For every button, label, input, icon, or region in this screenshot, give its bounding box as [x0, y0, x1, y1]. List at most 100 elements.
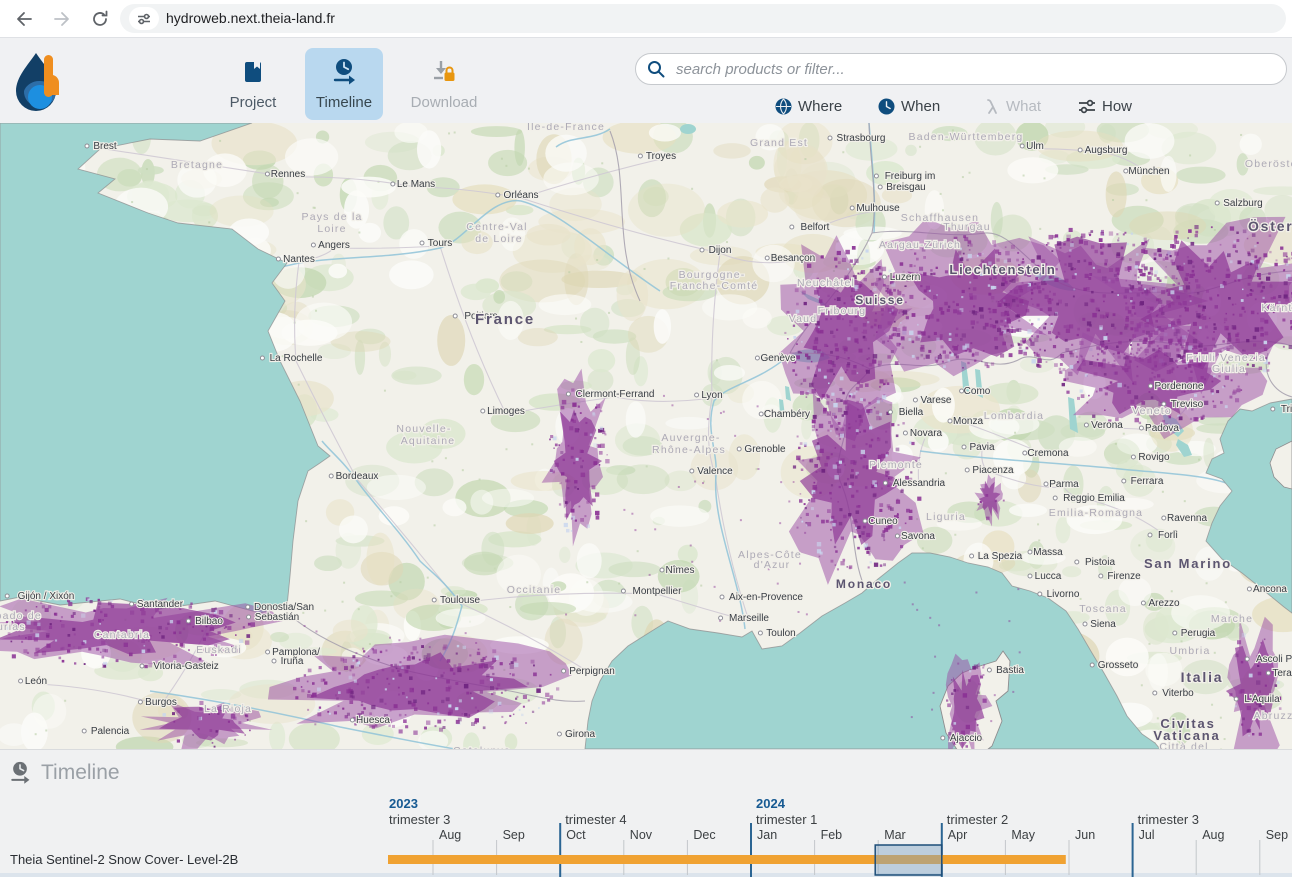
timeline-trimester-label: trimester 4	[565, 812, 626, 827]
map-city-label: Besançon	[771, 253, 815, 264]
map-city-label: Bastia	[996, 665, 1024, 676]
map-city-dot	[1245, 657, 1249, 661]
timeline-year-label: 2023	[389, 796, 418, 811]
map-city-label: Grosseto	[1098, 660, 1139, 671]
map-region-label: Cantabria	[94, 629, 150, 641]
map-city-dot	[948, 419, 952, 423]
map-city-dot	[1090, 663, 1094, 667]
map-city-label: Bordeaux	[336, 471, 379, 482]
map-city-dot	[562, 669, 566, 673]
map-city-label: Montpellier	[633, 586, 683, 597]
map-region-label: Bretagne	[171, 159, 223, 171]
timeline-month-label: Apr	[948, 828, 967, 842]
filter-when-label: When	[901, 98, 940, 115]
filter-when[interactable]: When	[878, 95, 940, 117]
map-city-dot	[311, 243, 315, 247]
clock-icon	[878, 98, 895, 115]
back-icon[interactable]	[14, 9, 34, 29]
map-city-label: Marseille	[729, 613, 769, 624]
map-city-label: Bilbao	[195, 616, 223, 627]
filter-where-label: Where	[798, 98, 842, 115]
search-input[interactable]	[674, 60, 1274, 79]
map[interactable]: BrestRennesLe MansOrléansTroyesStrasbour…	[0, 123, 1292, 749]
forward-icon[interactable]	[52, 9, 72, 29]
map-city-label: Pavia	[969, 442, 994, 453]
timeline-month-label: Jul	[1139, 828, 1155, 842]
map-region-label: Toscana	[1079, 603, 1127, 615]
map-city-dot	[453, 314, 457, 318]
map-region-label: Neuchâtel	[797, 277, 855, 289]
next-row-strip	[0, 873, 1292, 877]
map-city-label: Mulhouse	[856, 203, 900, 214]
map-city-label: Trieste	[1281, 404, 1292, 415]
map-city-dot	[19, 679, 23, 683]
map-city-label: Treviso	[1171, 399, 1204, 410]
project-icon	[242, 54, 264, 90]
url-bar[interactable]: hydroweb.next.theia-land.fr	[120, 4, 1286, 33]
map-region-label: Centre-Val	[466, 221, 527, 233]
map-city-dot	[941, 736, 945, 740]
map-region-label: Asturias	[0, 621, 26, 633]
map-city-dot	[759, 412, 763, 416]
map-city-dot	[186, 619, 190, 623]
map-city-dot	[1153, 691, 1157, 695]
map-city-dot	[272, 659, 276, 663]
map-city-label: Siena	[1090, 619, 1116, 630]
app-header: Project Timeline Download	[0, 38, 1292, 123]
tab-download[interactable]: Download	[405, 48, 483, 120]
map-city-dot	[1028, 550, 1032, 554]
map-city-label: León	[25, 676, 47, 687]
search-bar[interactable]	[635, 53, 1287, 85]
tab-timeline[interactable]: Timeline	[305, 48, 383, 120]
map-region-label: Île-de-France	[526, 123, 605, 133]
map-city-label: Padova	[1145, 423, 1179, 434]
map-city-label: Ascoli Piceno	[1256, 654, 1292, 665]
map-city-label: Nîmes	[666, 565, 695, 576]
hydroweb-logo[interactable]	[14, 51, 62, 113]
map-city-dot	[888, 410, 892, 414]
map-city-dot	[1141, 601, 1145, 605]
map-city-dot	[1173, 631, 1177, 635]
timeline-axis: AugSepOctNovDecJanFebMarAprMayJunJulAugS…	[389, 796, 1288, 877]
filter-where[interactable]: Where	[775, 95, 842, 117]
timeline-selection[interactable]	[875, 845, 942, 875]
map-city-dot	[790, 225, 794, 229]
browser-toolbar: hydroweb.next.theia-land.fr	[0, 0, 1292, 38]
map-city-dot	[350, 718, 354, 722]
map-city-label: Angers	[318, 240, 350, 251]
timeline-month-label: Sep	[1266, 828, 1288, 842]
map-city-dot	[1075, 560, 1079, 564]
map-city-label: Arezzo	[1148, 598, 1180, 609]
tab-project[interactable]: Project	[214, 48, 292, 120]
map-country-label: Liechtenstein	[949, 262, 1056, 277]
map-city-dot	[621, 589, 625, 593]
map-region-label: Baden-Württemberg	[909, 131, 1024, 143]
timeline-row-label: Theia Sentinel-2 Snow Cover- Level-2B	[10, 852, 238, 867]
filter-what[interactable]: What	[985, 95, 1041, 117]
map-city-label: Pistoia	[1085, 557, 1115, 568]
map-city-label: Perugia	[1181, 628, 1216, 639]
map-city-dot	[260, 356, 264, 360]
timeline-trimester-label: trimester 1	[756, 812, 817, 827]
timeline-month-label: Sep	[503, 828, 525, 842]
reload-icon[interactable]	[90, 9, 110, 29]
map-region-label: La Rioja	[204, 703, 252, 715]
map-city-dot	[1053, 496, 1057, 500]
map-city-label: Salzburg	[1223, 198, 1262, 209]
map-city-dot	[987, 668, 991, 672]
map-city-label: Tours	[428, 238, 452, 249]
map-city-dot	[828, 136, 832, 140]
filter-how[interactable]: How	[1078, 95, 1132, 117]
map-city-label: Cuneo	[868, 516, 898, 527]
download-lock-icon	[431, 54, 457, 90]
map-city-label: Troyes	[646, 151, 676, 162]
map-city-dot	[1028, 574, 1032, 578]
map-city-dot	[432, 598, 436, 602]
site-settings-icon[interactable]	[129, 7, 159, 30]
map-city-dot	[913, 398, 917, 402]
map-city-label: Ancona	[1253, 584, 1287, 595]
coverage-bar[interactable]	[388, 855, 1066, 864]
map-city-dot	[1078, 148, 1082, 152]
map-city-label: Rovigo	[1138, 452, 1170, 463]
map-city-label: Biella	[899, 407, 924, 418]
